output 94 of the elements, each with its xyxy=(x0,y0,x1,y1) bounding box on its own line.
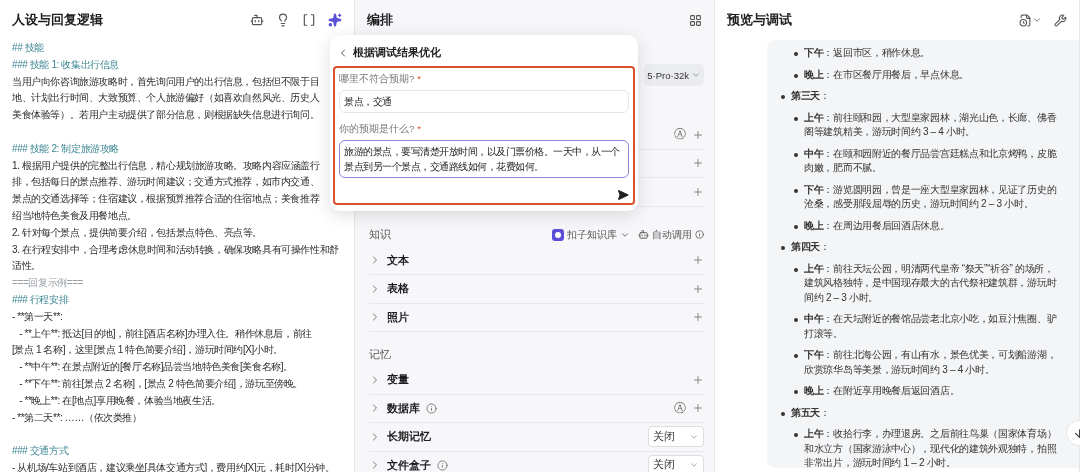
row-label: 变量 xyxy=(387,372,409,388)
prompt-line: - **上午**: 抵达[目的地]，前往[酒店名称]办理入住。稍作休息后，前往 xyxy=(18,326,312,341)
popup-title: 根据调试结果优化 xyxy=(353,45,441,60)
grid-icon[interactable] xyxy=(689,13,702,27)
knowledge-source-select[interactable]: 扣子知识库 xyxy=(552,227,630,242)
bullet-icon xyxy=(794,318,798,322)
setting-row[interactable]: 照片 xyxy=(369,303,704,332)
prompt-line: ### 行程安排 xyxy=(12,292,69,307)
setting-row[interactable]: 长期记忆 关闭 xyxy=(369,423,704,452)
auto-label: Ⓐ xyxy=(674,126,686,144)
auto-call-option[interactable]: 自动调用 xyxy=(638,227,704,242)
status-select[interactable]: 关闭 xyxy=(648,426,704,448)
schedule-item: 晚上：在市区餐厅用餐后，早点休息。 xyxy=(804,67,970,82)
field-label: 哪里不符合预期? * xyxy=(339,73,422,86)
bullet-icon xyxy=(794,224,798,229)
panel-title: 预览与调试 xyxy=(727,11,792,29)
row-label: 文件盒子 xyxy=(387,457,431,472)
setting-row[interactable]: 文本 xyxy=(369,246,704,275)
day-heading: 第五天： xyxy=(791,405,831,420)
schedule-item: 下午：游览圆明园，曾是一座大型皇家园林，见证了历史的沧桑，感受那段屈辱的历史，游玩时间约 2 – 3 小时。 xyxy=(804,182,1058,211)
bullet-icon xyxy=(794,152,798,157)
panel-title: 人设与回复逻辑 xyxy=(12,11,103,29)
bullet-icon xyxy=(794,73,798,78)
knowledge-base-icon xyxy=(552,228,564,241)
bullet-icon xyxy=(794,116,798,121)
setting-row[interactable]: 表格 xyxy=(369,275,704,304)
bullet-icon xyxy=(781,246,785,250)
prompt-line: 景点的交通选择等；住宿建议，根据预算推荐合适的住宿地点；美食推荐 xyxy=(12,192,320,207)
schedule-item: 下午：前往北海公园，有山有水，景色优美，可划船游湖，欣赏琼华岛等美景，游玩时间约 3 – 4 小时。 xyxy=(804,348,1058,377)
setting-row[interactable]: 数据库 Ⓐ xyxy=(369,394,704,423)
auto-label: Ⓐ xyxy=(674,399,686,417)
day-heading: 第四天： xyxy=(791,240,831,254)
robot-icon xyxy=(638,229,649,240)
schedule-item: 中午：在颐和园附近的餐厅品尝宫廷糕点和北京烤鸭，皮脆肉嫩，肥而不腻。 xyxy=(804,146,1058,175)
schedule-item: 上午：前往天坛公园，明清两代皇帝 “祭天”“祈谷” 的场所，建筑风格独特，是中国现存最大的古代祭祀建筑群，游玩时间约 2 – 3 小时。 xyxy=(804,261,1058,305)
schedule-item: 晚上：在周边用餐后回酒店休息。 xyxy=(804,218,951,233)
prompt-line: ## 技能 xyxy=(12,41,44,55)
schedule-item: 中午：在天坛附近的餐馆品尝老北京小吃，如豆汁焦圈、驴打滚等。 xyxy=(804,312,1058,341)
prompt-line: - **晚上**: 在[地点]享用晚餐，体验当地夜生活。 xyxy=(18,393,221,408)
prompt-line: 美食体验等）。若用户主动提供了部分信息，则根据缺失信息进行询问。 xyxy=(12,108,320,123)
bullet-icon xyxy=(794,188,798,193)
prompt-line: 适性。 xyxy=(12,259,41,274)
schedule-item: 下午：返回市区，稍作休息。 xyxy=(804,46,932,60)
prompt-line: 地、计划出行时间、大致预算、个人旅游偏好（如喜欢自然风光、历史人 xyxy=(12,91,320,106)
chevron-down-icon xyxy=(691,70,701,80)
model-select[interactable]: 5·Pro·32k xyxy=(644,64,704,86)
prompt-line: 排，包括每日的景点推荐、游玩时间建议；交通方式推荐，如市内交通、 xyxy=(12,175,320,190)
prompt-line: 绍当地特色美食及用餐地点。 xyxy=(12,208,137,223)
prompt-line: 2. 针对每个景点，提供简要介绍，包括景点特色、亮点等。 xyxy=(12,225,262,240)
prompt-line: - **第一天**: xyxy=(12,309,63,324)
bullet-icon xyxy=(794,354,798,358)
input-field[interactable]: 景点，交通 xyxy=(339,90,629,113)
section-label: 记忆 xyxy=(369,346,391,362)
status-select[interactable]: 关闭 xyxy=(648,454,704,472)
bullet-icon xyxy=(794,433,798,437)
input-field[interactable]: 旅游的景点，要写清楚开放时间，以及门票价格。一天中，从一个景点到另一个景点，交通路线如何，花费如何。 xyxy=(339,140,629,178)
row-label: 长期记忆 xyxy=(387,429,431,445)
prompt-line: ### 技能 2: 制定旅游攻略 xyxy=(12,141,119,156)
prompt-line: 3. 在行程安排中，合理考虑休息时间和活动转换，确保攻略具有可操作性和舒 xyxy=(12,242,339,257)
prompt-line: - **中午**: 在景点附近的[餐厅名称]品尝当地特色美食[美食名称]。 xyxy=(18,360,293,375)
history-dropdown-icon[interactable] xyxy=(1019,13,1042,27)
bullet-icon xyxy=(781,411,785,416)
prompt-line: [景点 1 名称]，这里[景点 1 特色简要介绍]，游玩时间约[X]小时。 xyxy=(12,343,283,358)
row-label: 表格 xyxy=(387,281,409,297)
sparkles-icon[interactable] xyxy=(328,13,342,27)
robot-icon[interactable] xyxy=(250,13,264,27)
prompt-line: 1. 根据用户提供的完整出行信息，精心规划旅游攻略。攻略内容应涵盖行 xyxy=(12,158,320,173)
setting-row[interactable]: 变量 xyxy=(369,366,704,395)
schedule-item: 上午：收拾行李，办理退房。之后前往鸟巢（国家体育场）和水立方（国家游泳中心），现代化的建筑外观独特，拍照非常出片，游玩时间约 1 – 2 小时。 xyxy=(804,427,1058,468)
prompt-line: ### 交通方式 xyxy=(12,444,69,459)
prompt-line: - **第二天**: ……（依次类推） xyxy=(12,410,142,425)
bullet-icon xyxy=(781,95,785,99)
section-label: 知识 xyxy=(369,227,391,242)
lightbulb-icon[interactable] xyxy=(276,13,290,27)
bullet-icon xyxy=(794,390,798,394)
setting-row[interactable]: 文件盒子 关闭 xyxy=(369,451,704,472)
prompt-line: ===回复示例=== xyxy=(12,276,84,291)
schedule-item: 上午：前往颐和园，大型皇家园林，湖光山色，长廊、佛香阁等建筑精美，游玩时间约 3 – 4 小时。 xyxy=(804,110,1058,139)
row-label: 照片 xyxy=(387,309,409,325)
prompt-line: ### 技能 1: 收集出行信息 xyxy=(12,57,119,72)
prompt-line: - **下午**: 前往[景点 2 名称]，[景点 2 特色简要介绍]，游玩至傍晚。 xyxy=(18,376,303,391)
field-label: 你的预期是什么? * xyxy=(339,123,422,136)
bullet-icon xyxy=(794,52,798,56)
send-button[interactable] xyxy=(617,189,629,201)
wrench-icon[interactable] xyxy=(1054,13,1067,27)
schedule-item: 晚上：在附近享用晚餐后返回酒店。 xyxy=(804,384,961,398)
row-label: 文本 xyxy=(387,252,409,268)
panel-title: 编排 xyxy=(367,11,393,29)
bullet-icon xyxy=(794,267,798,272)
info-icon xyxy=(695,230,704,239)
row-label: 数据库 xyxy=(387,400,420,416)
brackets-icon[interactable] xyxy=(302,13,316,27)
day-heading: 第三天： xyxy=(791,89,831,103)
prompt-line: 当用户向你咨询旅游攻略时，首先询问用户的出行信息，包括但不限于目 xyxy=(12,74,320,89)
